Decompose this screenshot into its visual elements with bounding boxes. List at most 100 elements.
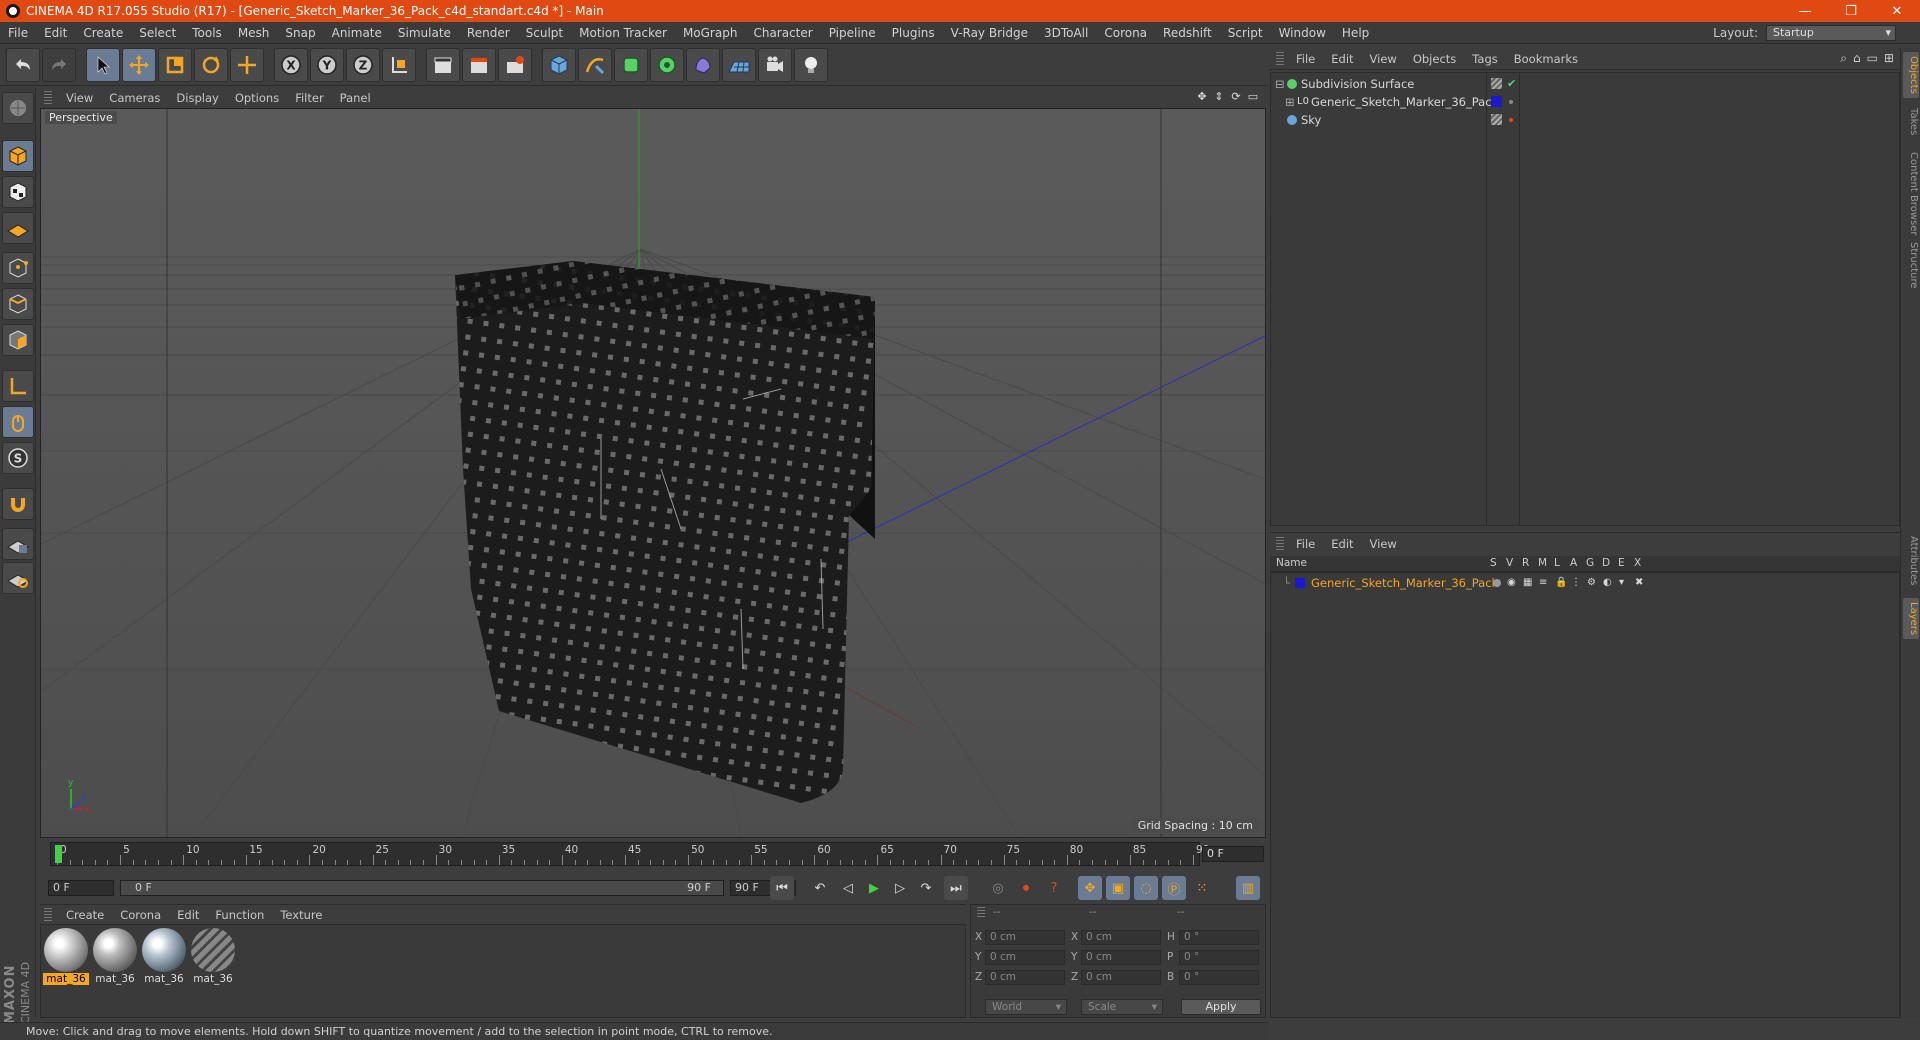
key-scale-button[interactable]: ▣ (1106, 876, 1130, 900)
manager-icon[interactable]: ≡ (1539, 574, 1547, 592)
panel-grip-icon[interactable] (1276, 536, 1284, 551)
viewport-menu-cameras[interactable]: Cameras (101, 88, 168, 108)
rot-h-field[interactable]: 0 ° (1179, 930, 1259, 945)
close-icon[interactable]: ✕ (1874, 0, 1920, 22)
add-light-button[interactable] (794, 47, 828, 82)
enable-snap-button[interactable] (2, 488, 34, 520)
object-row-subdivision[interactable]: ⊟ Subdivision Surface ✔ (1271, 75, 1899, 93)
add-floor-button[interactable] (722, 47, 756, 82)
expressions-icon[interactable]: ▾ (1619, 574, 1624, 592)
autokeying-button[interactable]: ⏺ (1014, 876, 1038, 900)
menu-create[interactable]: Create (75, 22, 131, 44)
size-z-field[interactable]: 0 cm (1081, 970, 1161, 985)
size-y-field[interactable]: 0 cm (1081, 950, 1161, 965)
solo-dot-icon[interactable] (1493, 579, 1501, 587)
menu-pipeline[interactable]: Pipeline (821, 22, 884, 44)
menu-redshift[interactable]: Redshift (1155, 22, 1220, 44)
make-editable-button[interactable] (2, 92, 34, 124)
deformers-icon[interactable]: ◐ (1603, 574, 1612, 592)
size-x-field[interactable]: 0 cm (1081, 930, 1161, 945)
search-icon[interactable]: ⌕ (1840, 51, 1847, 66)
pos-y-field[interactable]: 0 cm (985, 950, 1065, 965)
locked-workplane-button[interactable] (2, 528, 34, 560)
render-picture-viewer-button[interactable] (462, 47, 496, 82)
key-pla-button[interactable]: ⁙ (1190, 876, 1214, 900)
size-mode-select[interactable]: Scale (1081, 999, 1163, 1015)
render-dot-icon[interactable] (1509, 118, 1513, 122)
eye-icon[interactable]: ◉ (1507, 574, 1516, 592)
object-menu-tags[interactable]: Tags (1464, 48, 1505, 70)
menu-animate[interactable]: Animate (324, 22, 390, 44)
next-key-button[interactable]: ↷ (914, 876, 938, 900)
add-camera-button[interactable] (758, 47, 792, 82)
previous-key-button[interactable]: ↶ (808, 876, 832, 900)
layer-menu-edit[interactable]: Edit (1323, 533, 1361, 555)
current-frame-field[interactable]: 0 F (1202, 846, 1264, 862)
col-s[interactable]: S (1490, 557, 1497, 569)
render-dot-icon[interactable] (1509, 100, 1513, 104)
edit-render-settings-button[interactable] (498, 47, 532, 82)
material-menu-texture[interactable]: Texture (272, 905, 330, 925)
menu-3dtoall[interactable]: 3DToAll (1036, 22, 1096, 44)
layer-menu-view[interactable]: View (1362, 533, 1405, 555)
animation-icon[interactable]: ⋮ (1571, 574, 1581, 592)
menu-sculpt[interactable]: Sculpt (518, 22, 571, 44)
restore-icon[interactable]: ❐ (1828, 0, 1874, 22)
coordinate-system-button[interactable] (382, 47, 416, 82)
menu-snap[interactable]: Snap (277, 22, 323, 44)
add-mograph-button[interactable] (650, 47, 684, 82)
col-x[interactable]: X (1634, 557, 1641, 569)
tab-takes[interactable]: Takes (1903, 104, 1919, 139)
minimize-icon[interactable]: — (1782, 0, 1828, 22)
scale-tool-button[interactable] (158, 47, 192, 82)
texture-mode-button[interactable] (2, 176, 34, 208)
apply-button[interactable]: Apply (1181, 999, 1261, 1015)
coordinate-mode-select[interactable]: World (985, 999, 1067, 1015)
layer-color-swatch[interactable] (1295, 578, 1305, 588)
tab-objects[interactable]: Objects (1903, 52, 1919, 98)
col-d[interactable]: D (1602, 557, 1610, 569)
add-cube-button[interactable] (542, 47, 576, 82)
y-axis-button[interactable]: Y (310, 47, 344, 82)
object-menu-edit[interactable]: Edit (1323, 48, 1361, 70)
menu-character[interactable]: Character (745, 22, 820, 44)
frame-range-slider[interactable]: 0 F 90 F (120, 880, 724, 896)
add-deformer-button[interactable] (686, 47, 720, 82)
model-mode-button[interactable] (2, 140, 34, 172)
col-v[interactable]: V (1506, 557, 1513, 569)
play-button[interactable]: ▶ (862, 876, 886, 900)
key-position-button[interactable]: ✥ (1078, 876, 1102, 900)
start-frame-field[interactable]: 0 F (48, 880, 114, 896)
layer-color-icon[interactable] (1491, 96, 1502, 107)
panel-grip-icon[interactable] (1276, 51, 1284, 66)
pos-z-field[interactable]: 0 cm (985, 970, 1065, 985)
collapse-icon[interactable]: ▭ (1867, 51, 1878, 66)
layer-name[interactable]: Generic_Sketch_Marker_36_Pack (1311, 574, 1498, 592)
material-menu-edit[interactable]: Edit (169, 905, 207, 925)
rotate-tool-button[interactable] (194, 47, 228, 82)
playhead[interactable] (55, 845, 62, 863)
menu-help[interactable]: Help (1334, 22, 1377, 44)
material-swatch[interactable]: mat_36 (92, 928, 138, 988)
generators-icon[interactable]: ⚙ (1587, 574, 1596, 592)
undo-button[interactable] (6, 47, 40, 82)
panel-grip-icon[interactable] (977, 907, 985, 919)
tab-attributes[interactable]: Attributes (1903, 532, 1919, 589)
go-to-start-button[interactable]: ⏮ (770, 876, 794, 900)
previous-frame-button[interactable]: ◁ (836, 876, 860, 900)
object-menu-objects[interactable]: Objects (1405, 48, 1464, 70)
menu-vray-bridge[interactable]: V-Ray Bridge (943, 22, 1036, 44)
panel-grip-icon[interactable] (44, 907, 52, 922)
z-axis-button[interactable]: Z (346, 47, 380, 82)
planar-workplane-button[interactable] (2, 562, 34, 594)
col-e[interactable]: E (1618, 557, 1625, 569)
menu-mograph[interactable]: MoGraph (675, 22, 746, 44)
edges-mode-button[interactable] (2, 288, 34, 320)
panel-grip-icon[interactable] (44, 91, 52, 105)
viewport-menu-panel[interactable]: Panel (332, 88, 379, 108)
layer-row[interactable]: └ Generic_Sketch_Marker_36_Pack ◉ ▦ ≡ 🔒 … (1271, 574, 1899, 592)
material-swatch[interactable]: mat_36 (190, 928, 236, 988)
tab-structure[interactable]: Structure (1903, 238, 1919, 293)
rot-b-field[interactable]: 0 ° (1179, 970, 1259, 985)
menu-window[interactable]: Window (1271, 22, 1334, 44)
